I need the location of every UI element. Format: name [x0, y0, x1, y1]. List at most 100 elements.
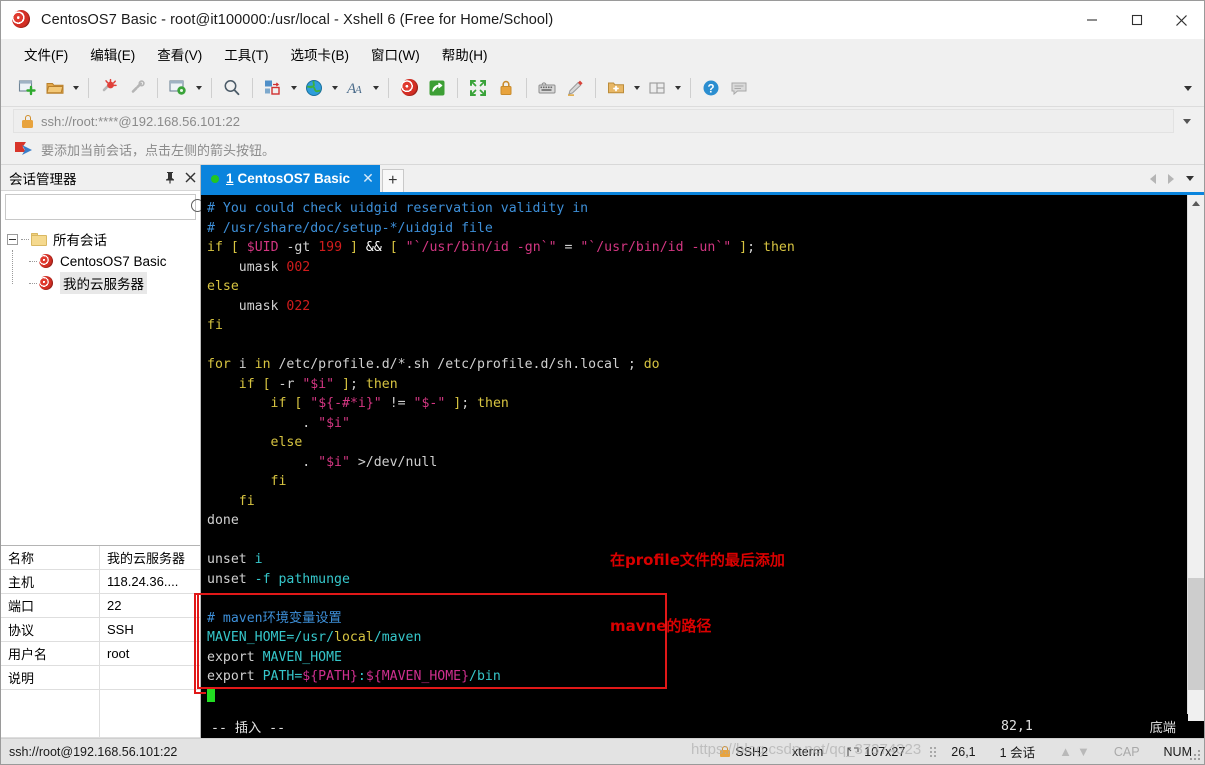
property-value-empty — [100, 690, 200, 737]
tree-node-centosos7-basic[interactable]: CentosOS7 Basic — [7, 250, 200, 272]
terminal-text: local — [334, 630, 374, 645]
menu-file[interactable]: 文件(F) — [15, 40, 77, 68]
tree-connector — [21, 239, 29, 240]
lock-icon[interactable] — [492, 74, 520, 102]
minimize-button[interactable] — [1069, 1, 1114, 39]
terminal-text: [ — [231, 240, 239, 255]
maximize-button[interactable] — [1114, 1, 1159, 39]
terminal-text: -r — [271, 377, 303, 392]
properties-dropdown-arrow[interactable] — [192, 74, 205, 102]
xshell-icon[interactable] — [395, 74, 423, 102]
terminal-text: export — [207, 650, 255, 665]
address-input[interactable]: ssh://root:****@192.168.56.101:22 — [13, 109, 1174, 133]
property-key: 主机 — [1, 570, 100, 593]
disconnect-icon[interactable] — [95, 74, 123, 102]
terminal-text: unset — [207, 552, 247, 567]
terminal-line — [207, 336, 1187, 356]
property-value — [100, 666, 200, 689]
help-icon[interactable]: ? — [697, 74, 725, 102]
new-session-icon[interactable] — [13, 74, 41, 102]
terminal-line: if [ $UID -gt 199 ] && [ "`/usr/bin/id -… — [207, 238, 1187, 258]
property-value: root — [100, 642, 200, 665]
open-folder-icon[interactable] — [41, 74, 69, 102]
add-folder-dropdown-arrow[interactable] — [630, 74, 643, 102]
tab-next-icon[interactable] — [1162, 168, 1180, 190]
transfer-dropdown-arrow[interactable] — [287, 74, 300, 102]
session-manager-title: 会话管理器 — [9, 168, 160, 188]
menu-view[interactable]: 查看(V) — [148, 40, 211, 68]
terminal-text: ; — [747, 240, 763, 255]
globe-icon[interactable] — [300, 74, 328, 102]
xftp-icon[interactable] — [423, 74, 451, 102]
address-dropdown-icon[interactable] — [1174, 109, 1200, 133]
terminal-scrollbar[interactable] — [1187, 195, 1204, 738]
tab-list-dropdown-icon[interactable] — [1180, 168, 1200, 190]
address-value: ssh://root:****@192.168.56.101:22 — [41, 114, 240, 129]
terminal-text: ${MAVEN_HOME} — [366, 669, 469, 684]
add-folder-icon[interactable] — [602, 74, 630, 102]
find-icon[interactable] — [218, 74, 246, 102]
terminal-text: umask — [207, 260, 286, 275]
tree-node-my-cloud-server[interactable]: 我的云服务器 — [7, 272, 200, 294]
terminal-text: in — [255, 357, 271, 372]
property-row-description: 说明 — [1, 666, 200, 690]
comment-icon[interactable] — [725, 74, 753, 102]
terminal-cursor — [207, 689, 215, 702]
tab-close-icon[interactable]: ✕ — [362, 170, 374, 187]
toolbar-separator — [252, 78, 253, 98]
terminal-text: MAVEN_HOME — [255, 650, 342, 665]
toolbar-overflow-button[interactable] — [1178, 69, 1198, 107]
collapse-icon[interactable] — [7, 234, 18, 245]
session-search-box[interactable] — [5, 194, 196, 220]
font-dropdown-arrow[interactable] — [369, 74, 382, 102]
scrollbar-thumb[interactable] — [1188, 578, 1204, 690]
property-row-protocol: 协议 SSH — [1, 618, 200, 642]
tab-centosos7-basic[interactable]: 1 CentosOS7 Basic ✕ — [201, 165, 380, 192]
open-dropdown-arrow[interactable] — [69, 74, 82, 102]
highlight-icon[interactable] — [561, 74, 589, 102]
resize-grip[interactable] — [1190, 750, 1202, 762]
new-tab-button[interactable]: + — [382, 169, 404, 192]
vim-mode-label: -- 插入 -- — [201, 717, 285, 736]
tab-prev-icon[interactable] — [1144, 168, 1162, 190]
terminal-text — [358, 240, 366, 255]
tree-node-all-sessions[interactable]: 所有会话 — [7, 228, 200, 250]
menu-tools[interactable]: 工具(T) — [215, 40, 277, 68]
close-button[interactable] — [1159, 1, 1204, 39]
terminal-line: # /usr/share/doc/setup-*/uidgid file — [207, 219, 1187, 239]
terminal-text: then — [763, 240, 795, 255]
terminal-text: fi — [239, 494, 255, 509]
close-panel-icon[interactable] — [180, 167, 200, 189]
menu-help[interactable]: 帮助(H) — [433, 40, 497, 68]
terminal-text: ] — [739, 240, 747, 255]
terminal-line: . "$i" >/dev/null — [207, 453, 1187, 473]
scroll-up-icon[interactable] — [1188, 195, 1204, 212]
keyboard-icon[interactable] — [533, 74, 561, 102]
session-properties-icon[interactable] — [164, 74, 192, 102]
property-row-empty — [1, 690, 200, 738]
globe-dropdown-arrow[interactable] — [328, 74, 341, 102]
menu-tabs[interactable]: 选项卡(B) — [282, 40, 359, 68]
fullscreen-icon[interactable] — [464, 74, 492, 102]
tab-nav-controls — [1144, 165, 1204, 192]
status-terminal-type-cell: xterm — [780, 745, 835, 759]
file-transfer-icon[interactable] — [259, 74, 287, 102]
property-key: 说明 — [1, 666, 100, 689]
session-search-input[interactable] — [6, 196, 189, 218]
layout-dropdown-arrow[interactable] — [671, 74, 684, 102]
scrollbar-track[interactable] — [1188, 212, 1204, 721]
property-value: SSH — [100, 618, 200, 641]
menu-edit[interactable]: 编辑(E) — [81, 40, 144, 68]
layout-icon[interactable] — [643, 74, 671, 102]
terminal-text: ${PATH} — [302, 669, 358, 684]
font-icon[interactable]: A A — [341, 74, 369, 102]
status-caps-lock: CAP — [1102, 745, 1152, 759]
terminal-line: fi — [207, 316, 1187, 336]
property-row-host: 主机 118.24.36.... — [1, 570, 200, 594]
terminal-text: "$i" — [318, 455, 350, 470]
menu-window[interactable]: 窗口(W) — [362, 40, 429, 68]
property-row-username: 用户名 root — [1, 642, 200, 666]
pin-icon[interactable] — [160, 167, 180, 189]
reconnect-icon[interactable] — [123, 74, 151, 102]
title-bar: CentosOS7 Basic - root@it100000:/usr/loc… — [1, 1, 1204, 39]
